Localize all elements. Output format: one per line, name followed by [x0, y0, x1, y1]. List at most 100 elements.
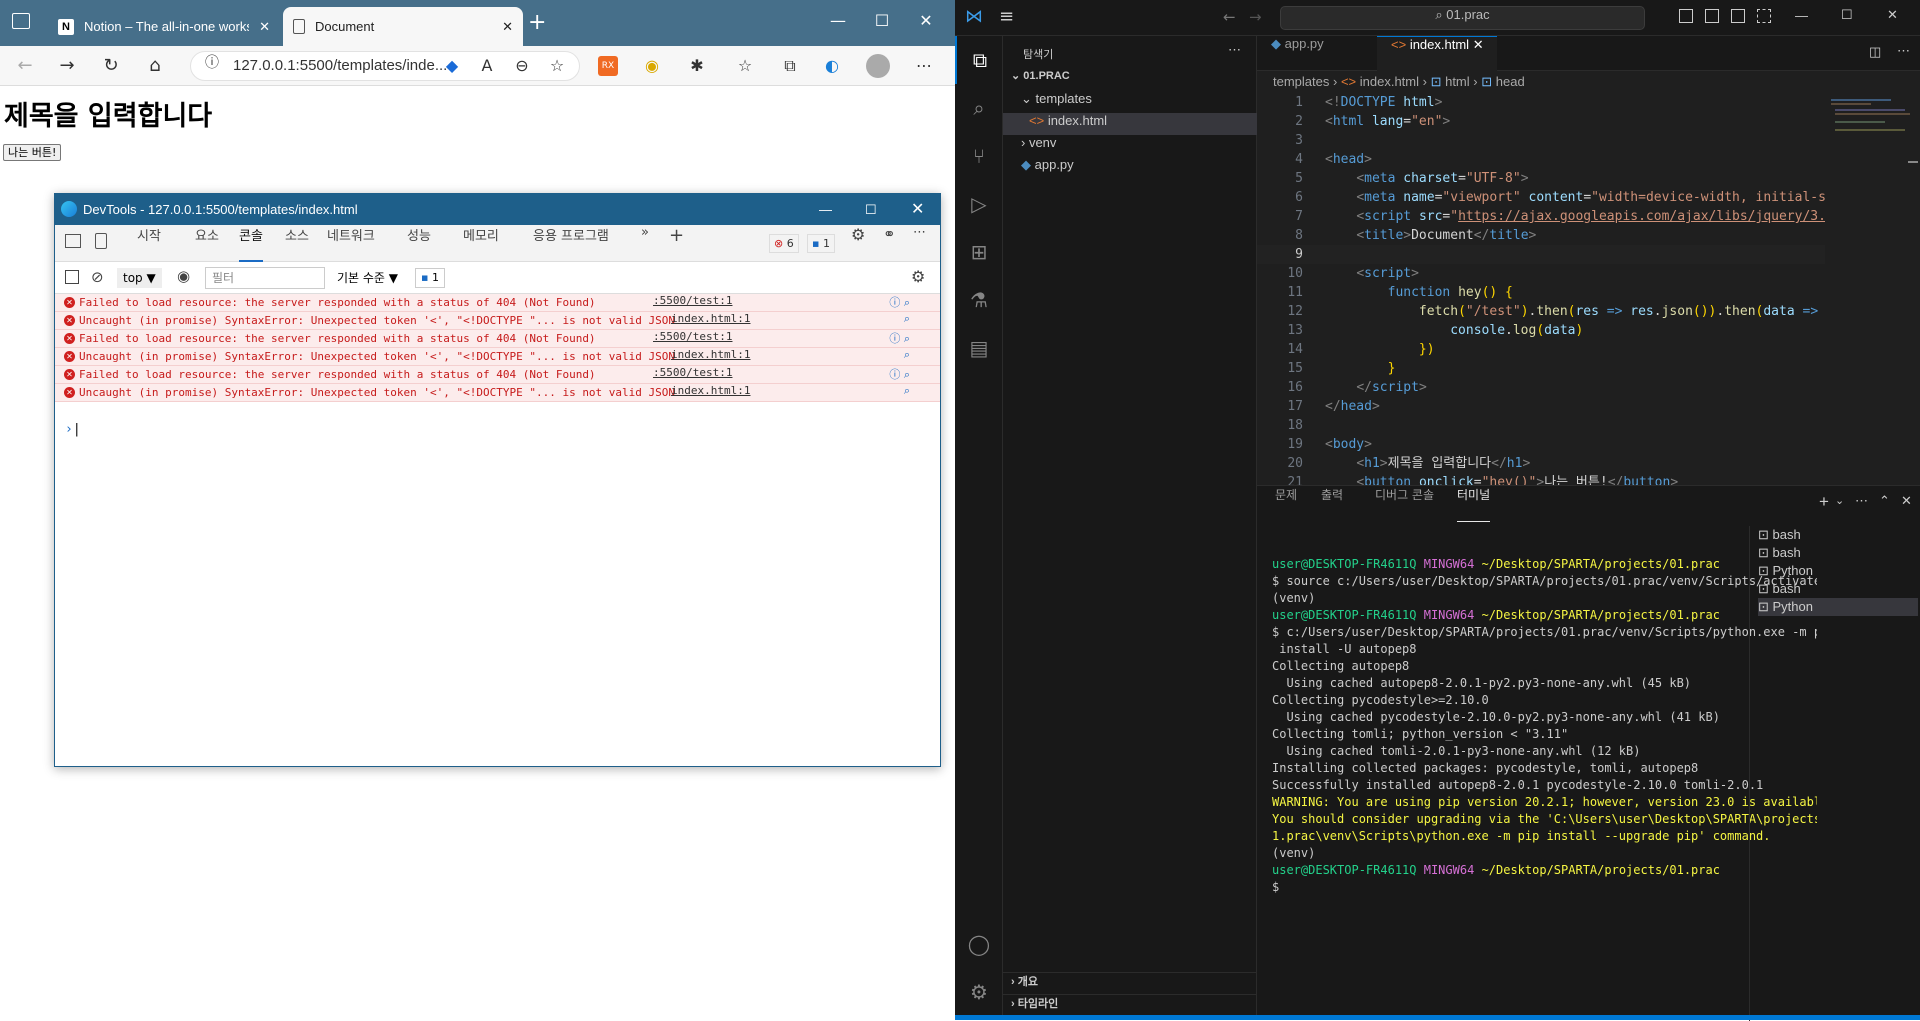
back-button[interactable]: ←	[10, 52, 40, 80]
favorites-icon[interactable]: ☆	[733, 54, 757, 78]
console-error-row[interactable]: ✕ Uncaught (in promise) SyntaxError: Unex…	[55, 312, 940, 330]
close-icon[interactable]: ✕	[259, 19, 270, 35]
customize-icon[interactable]: ⚭	[883, 225, 896, 262]
source-control-icon[interactable]: ⑂	[955, 132, 1003, 180]
clear-console-icon[interactable]: ⊘	[91, 268, 104, 286]
more-options-icon[interactable]: ⋯	[913, 225, 926, 262]
live-expression-eye-icon[interactable]: ◉	[177, 267, 190, 285]
terminal-instance[interactable]: ⊡ bash	[1758, 526, 1918, 544]
file-app-py[interactable]: ◆ app.py	[1003, 157, 1257, 179]
close-panel-icon[interactable]: ✕	[1901, 493, 1912, 509]
console-source-link[interactable]: :5500/test:1	[653, 330, 732, 343]
favorite-star-icon[interactable]: ☆	[545, 54, 569, 78]
tab-performance[interactable]: 성능	[407, 225, 431, 262]
testing-flask-icon[interactable]: ⚗	[955, 276, 1003, 324]
panel-more-icon[interactable]: ⋯	[1855, 493, 1868, 509]
timeline-section[interactable]: › 타임라인	[1003, 994, 1257, 1016]
panel-tab-problems[interactable]: 문제	[1275, 486, 1297, 522]
browser-tab-document[interactable]: Document ✕	[283, 7, 523, 46]
console-error-row[interactable]: ✕ Failed to load resource: the server res…	[55, 330, 940, 348]
new-tab-button[interactable]: +	[528, 10, 546, 35]
error-count-badge[interactable]: ⊗ 6	[769, 234, 799, 253]
extension-yellow-icon[interactable]: ◉	[640, 54, 664, 78]
inspect-icon[interactable]	[65, 234, 81, 248]
terminal-instance[interactable]: ⊡ Python	[1758, 562, 1918, 580]
forward-button[interactable]: →	[52, 52, 82, 80]
info-icon[interactable]: ⓘ	[205, 52, 219, 72]
terminal-instance[interactable]: ⊡ Python	[1758, 598, 1918, 616]
collections-icon[interactable]: ⧉	[778, 54, 802, 78]
tab-sources[interactable]: 소스	[285, 225, 309, 262]
command-center-search[interactable]: ⌕ 01.prac	[1280, 6, 1645, 30]
panel-tab-output[interactable]: 출력	[1321, 486, 1343, 522]
extensions-puzzle-icon[interactable]: ✱	[685, 54, 709, 78]
browser-tab-notion[interactable]: N Notion – The all-in-one workspa ✕	[48, 7, 280, 46]
panel-tab-debug-console[interactable]: 디버그 콘솔	[1375, 486, 1434, 522]
console-error-row[interactable]: ✕ Uncaught (in promise) SyntaxError: Unex…	[55, 348, 940, 366]
device-toolbar-icon[interactable]	[95, 233, 107, 249]
info-count-badge[interactable]: ▪ 1	[807, 234, 835, 253]
edge-icon[interactable]: ◐	[820, 54, 844, 78]
console-source-link[interactable]: index.html:1	[671, 348, 750, 361]
editor-tab-app-py[interactable]: ◆ app.py	[1257, 36, 1377, 71]
add-tab-icon[interactable]: +	[669, 225, 684, 262]
console-error-row[interactable]: ✕ Failed to load resource: the server res…	[55, 366, 940, 384]
refresh-button[interactable]: ↻	[96, 52, 126, 80]
console-filter-input[interactable]: 필터	[205, 267, 325, 289]
account-icon[interactable]: ◯	[955, 920, 1003, 968]
notebook-icon[interactable]: ▤	[955, 324, 1003, 372]
context-selector[interactable]: top ▼	[117, 268, 162, 288]
panel-tab-terminal[interactable]: 터미널	[1457, 486, 1491, 522]
close-window-button[interactable]: ✕	[1887, 7, 1898, 23]
sidebar-toggle-icon[interactable]	[65, 270, 79, 284]
search-icon[interactable]: ⓘ ⌕	[889, 330, 910, 346]
manage-gear-icon[interactable]: ⚙	[955, 968, 1003, 1016]
console-error-row[interactable]: ✕ Failed to load resource: the server res…	[55, 294, 940, 312]
settings-gear-icon[interactable]: ⚙	[851, 225, 865, 262]
folder-venv[interactable]: › venv	[1003, 135, 1257, 157]
maximize-button[interactable]: ☐	[1841, 7, 1853, 23]
explorer-root[interactable]: ⌄ 01.PRAC	[1003, 69, 1257, 91]
console-source-link[interactable]: :5500/test:1	[653, 366, 732, 379]
search-icon[interactable]: ⌕	[904, 312, 910, 326]
close-icon[interactable]: ✕	[502, 19, 513, 35]
more-tabs-icon[interactable]: »	[641, 225, 649, 262]
minimize-button[interactable]: —	[819, 194, 832, 225]
split-editor-icon[interactable]: ◫	[1869, 44, 1881, 60]
close-window-button[interactable]: ✕	[906, 8, 946, 34]
search-icon[interactable]: ⓘ ⌕	[889, 294, 910, 310]
toggle-sidebar-icon[interactable]	[1679, 9, 1693, 23]
console-source-link[interactable]: index.html:1	[671, 384, 750, 397]
extension-tag-icon[interactable]: ◆	[440, 54, 464, 78]
tab-application[interactable]: 응용 프로그램	[533, 225, 609, 262]
nav-back-icon[interactable]: ←	[1223, 8, 1236, 26]
close-icon[interactable]: ✕	[1473, 37, 1484, 52]
page-button[interactable]: 나는 버튼!	[3, 144, 62, 161]
menu-hamburger-icon[interactable]: ≡	[999, 6, 1014, 27]
explorer-more-icon[interactable]: ⋯	[1228, 42, 1241, 58]
file-index-html[interactable]: <> index.html	[1003, 113, 1257, 135]
tab-memory[interactable]: 메모리	[463, 225, 499, 262]
folder-templates[interactable]: ⌄ templates	[1003, 91, 1257, 113]
menu-more-icon[interactable]: ⋯	[912, 54, 936, 78]
extensions-icon[interactable]: ⊞	[955, 228, 1003, 276]
search-icon[interactable]: ⌕	[955, 84, 1003, 132]
toggle-secondary-sidebar-icon[interactable]	[1731, 9, 1745, 23]
explorer-icon[interactable]: ⧉	[955, 36, 1003, 84]
maximize-panel-icon[interactable]: ⌃	[1879, 493, 1890, 509]
terminal-instance[interactable]: ⊡ bash	[1758, 580, 1918, 598]
run-debug-icon[interactable]: ▷	[955, 180, 1003, 228]
tab-console[interactable]: 콘솔	[239, 225, 263, 262]
new-terminal-icon[interactable]: +	[1819, 492, 1829, 512]
tab-welcome[interactable]: 시작	[137, 225, 161, 262]
console-prompt[interactable]: ›|	[65, 422, 81, 437]
console-settings-icon[interactable]: ⚙	[911, 267, 925, 286]
toggle-panel-icon[interactable]	[1705, 9, 1719, 23]
zoom-icon[interactable]: ⊖	[510, 54, 534, 78]
nav-forward-icon[interactable]: →	[1249, 8, 1262, 26]
issues-badge[interactable]: ▪ 1	[415, 268, 445, 288]
read-aloud-icon[interactable]: A	[475, 54, 499, 78]
close-window-button[interactable]: ✕	[911, 194, 924, 225]
editor-tab-index-html[interactable]: <> index.html ✕	[1377, 36, 1497, 71]
profile-avatar[interactable]	[866, 54, 890, 78]
